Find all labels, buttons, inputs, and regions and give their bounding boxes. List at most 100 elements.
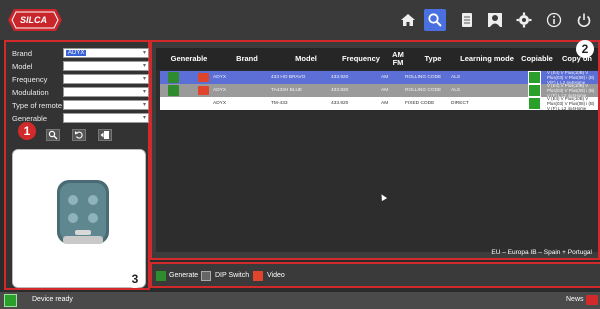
table-row[interactable]: ADYX 433 HO BRAVO 433.920 AM ROLLING COD… — [160, 71, 598, 84]
search-icon — [48, 130, 58, 140]
generate-hand-icon[interactable] — [168, 72, 179, 83]
silca-logo: SILCA — [6, 6, 64, 34]
col-learning-mode[interactable]: Learning mode — [456, 48, 518, 70]
region-info: EU – Europa IB – Spain + Portugal — [491, 249, 592, 256]
settings-button[interactable] — [513, 9, 535, 31]
generate-hand-icon — [156, 271, 166, 281]
chevron-down-icon: ▾ — [142, 50, 146, 56]
power-button[interactable] — [573, 9, 595, 31]
reset-filter-button[interactable] — [72, 129, 86, 141]
legend-video: Video — [267, 272, 285, 279]
type-select[interactable]: ▾ — [63, 100, 149, 110]
check-icon — [528, 97, 541, 110]
modulation-select[interactable]: ▾ — [63, 87, 149, 97]
database-icon — [462, 13, 472, 27]
frequency-label: Frequency — [12, 75, 48, 84]
chevron-down-icon: ▾ — [142, 76, 146, 82]
news-icon[interactable] — [586, 295, 598, 305]
type-filter: Type of remote ▾ — [12, 100, 150, 111]
user-icon — [488, 13, 502, 27]
model-filter: Model ▾ — [12, 61, 150, 72]
frequency-filter: Frequency ▾ — [12, 74, 150, 85]
remote-control-image — [13, 150, 145, 287]
col-brand[interactable]: Brand — [218, 48, 276, 70]
user-button[interactable] — [484, 9, 506, 31]
brand-filter: Brand ADYX ▾ — [12, 48, 150, 59]
cell-model: 433 HO BRAVO — [271, 75, 306, 80]
home-button[interactable] — [397, 9, 419, 31]
cell-amfm: AM — [381, 75, 389, 80]
mouse-cursor — [378, 192, 388, 202]
cell-copy-on: V (E4) V Plus(10B) V Plus(03) V Plus(08)… — [547, 84, 595, 97]
results-panel: Generable Brand Model Frequency AM FM Ty… — [150, 40, 600, 260]
cell-frequency: 433.920 — [331, 101, 349, 106]
export-button[interactable] — [98, 129, 112, 141]
cell-copy-on: V (E4) V Plus(10B) V Plus(03) V Plus(08)… — [547, 71, 595, 84]
gear-icon — [516, 12, 532, 28]
col-generable[interactable]: Generable — [160, 48, 218, 70]
col-copiable[interactable]: Copiable — [518, 48, 556, 70]
cell-brand: ADYX — [213, 88, 227, 93]
cell-brand: ADYX — [213, 101, 227, 106]
results-table: Generable Brand Model Frequency AM FM Ty… — [156, 48, 598, 252]
logo-text: SILCA — [20, 15, 47, 25]
status-text: Device ready — [32, 296, 73, 303]
cell-type: FIXED CODE — [405, 101, 435, 106]
info-icon — [546, 12, 562, 28]
callout-badge-1: 1 — [18, 122, 36, 140]
video-icon — [253, 271, 263, 281]
video-icon[interactable] — [198, 73, 209, 82]
remote-preview-image — [12, 149, 146, 288]
home-icon — [401, 14, 415, 26]
search-icon — [428, 13, 442, 27]
col-model[interactable]: Model — [276, 48, 336, 70]
cell-model: TM-433 — [271, 101, 288, 106]
chevron-down-icon: ▾ — [142, 89, 146, 95]
export-icon — [100, 131, 109, 139]
type-label: Type of remote — [12, 101, 63, 110]
check-icon — [528, 71, 541, 84]
chevron-down-icon: ▾ — [142, 115, 146, 121]
cell-amfm: AM — [381, 101, 389, 106]
cell-type: ROLLING CODE — [405, 88, 442, 93]
chevron-down-icon: ▾ — [142, 102, 146, 108]
generate-hand-icon[interactable] — [168, 85, 179, 96]
generable-filter: Generable ▾ — [12, 113, 150, 124]
cell-learning: DIRECT — [451, 101, 469, 106]
table-row[interactable]: ADYX TM-433 433.920 AM FIXED CODE DIRECT… — [160, 97, 598, 110]
generable-select[interactable]: ▾ — [63, 113, 149, 123]
cell-brand: ADYX — [213, 75, 227, 80]
info-button[interactable] — [543, 9, 565, 31]
legend-bar: Generate DIP Switch Video — [150, 262, 600, 288]
brand-select[interactable]: ADYX ▾ — [63, 48, 149, 58]
model-label: Model — [12, 62, 33, 71]
callout-badge-2: 2 — [576, 40, 594, 58]
search-button[interactable] — [424, 9, 446, 31]
col-amfm[interactable]: AM FM — [386, 48, 410, 70]
legend-dip-switch: DIP Switch — [215, 272, 250, 279]
model-select[interactable]: ▾ — [63, 61, 149, 71]
cell-frequency: 433.920 — [331, 75, 349, 80]
cell-frequency: 433.920 — [331, 88, 349, 93]
search-filter-button[interactable] — [46, 129, 60, 141]
table-header: Generable Brand Model Frequency AM FM Ty… — [156, 48, 598, 70]
col-type[interactable]: Type — [410, 48, 456, 70]
table-row[interactable]: ADYX TA433H BLUE 433.920 AM ROLLING CODE… — [160, 84, 598, 97]
callout-badge-3: 3 — [126, 270, 144, 288]
frequency-select[interactable]: ▾ — [63, 74, 149, 84]
news-label[interactable]: News — [566, 296, 584, 303]
status-bar: Device ready News — [0, 292, 600, 309]
database-button[interactable] — [456, 9, 478, 31]
cell-amfm: AM — [381, 88, 389, 93]
top-toolbar: SILCA — [0, 0, 600, 40]
brand-label: Brand — [12, 49, 33, 58]
video-icon[interactable] — [198, 86, 209, 95]
search-filter-panel: Brand ADYX ▾ Model ▾ Frequency ▾ Modulat… — [4, 40, 150, 290]
modulation-filter: Modulation ▾ — [12, 87, 150, 98]
legend-generate: Generate — [169, 272, 199, 279]
col-frequency[interactable]: Frequency — [336, 48, 386, 70]
modulation-label: Modulation — [12, 88, 49, 97]
cell-learning: ALS — [451, 88, 461, 93]
dip-switch-icon — [201, 271, 211, 281]
check-icon — [528, 84, 541, 97]
